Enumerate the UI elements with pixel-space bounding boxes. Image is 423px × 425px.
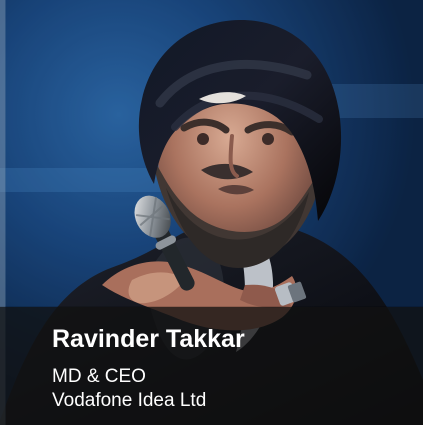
profile-caption: Ravinder Takkar MD & CEO Vodafone Idea L… — [0, 307, 423, 425]
person-title: MD & CEO — [52, 366, 146, 387]
profile-card: Ravinder Takkar MD & CEO Vodafone Idea L… — [0, 0, 423, 425]
person-name: Ravinder Takkar — [52, 325, 245, 353]
company-name: Vodafone Idea Ltd — [52, 390, 207, 411]
